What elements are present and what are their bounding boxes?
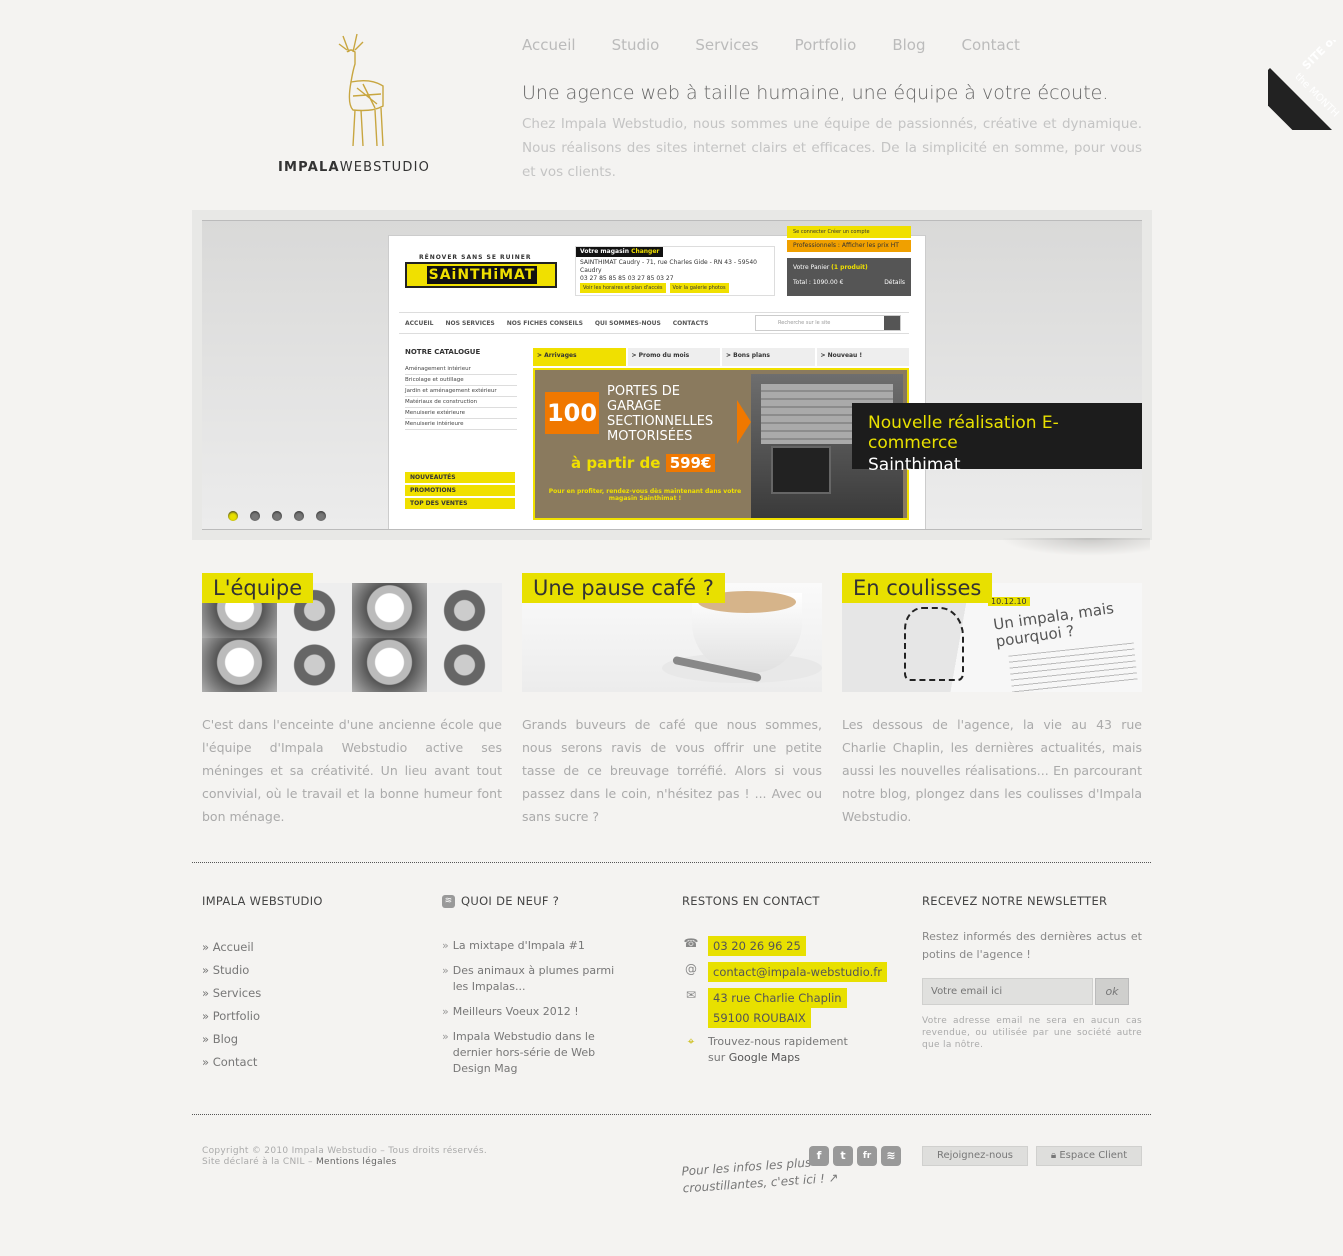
shot-search: Recherche sur le site: [755, 315, 901, 331]
news-item[interactable]: » Meilleurs Voeux 2012 !: [442, 1004, 622, 1020]
site-of-the-month-ribbon[interactable]: SITE of the MONTH: [1268, 40, 1343, 130]
phone-icon: ☎: [683, 936, 699, 950]
logo[interactable]: IMPALAWEBSTUDIO: [268, 30, 438, 180]
intro-text: Chez Impala Webstudio, nous sommes une é…: [522, 116, 1142, 180]
slider-stage: RÉNOVER SANS SE RUINER SAiNTHiMAT Votre …: [202, 220, 1142, 530]
join-us-button[interactable]: Rejoignez-nous: [922, 1146, 1028, 1166]
map-pin-icon: ⌖: [687, 1034, 695, 1048]
shot-catalog-highlights: NOUVEAUTÉS PROMOTIONS TOP DES VENTES: [405, 472, 515, 511]
rss-icon[interactable]: ≋: [881, 1146, 901, 1166]
slider-dot-1[interactable]: [228, 511, 238, 521]
footer-col-contact: RESTONS EN CONTACT ☎ 03 20 26 96 25 @ cont…: [682, 894, 888, 1072]
nav-item-studio[interactable]: Studio: [612, 36, 660, 54]
slider-dot-2[interactable]: [250, 511, 260, 521]
footer-link-blog[interactable]: » Blog: [202, 1028, 323, 1051]
news-item[interactable]: » La mixtape d'Impala #1: [442, 938, 622, 954]
contact-maps[interactable]: ⌖ Trouvez-nous rapidement sur Google Maps: [682, 1034, 887, 1066]
friendfeed-icon[interactable]: fr: [857, 1146, 877, 1166]
slider-dot-3[interactable]: [272, 511, 282, 521]
slide-caption[interactable]: Nouvelle réalisation E-commerce Sainthim…: [852, 403, 1142, 475]
newsletter-note: Votre adresse email ne sera en aucun cas…: [922, 1016, 1142, 1050]
column-team-text: C'est dans l'enceinte d'une ancienne éco…: [202, 717, 502, 824]
facebook-icon[interactable]: f: [809, 1146, 829, 1166]
slider-dot-4[interactable]: [294, 511, 304, 521]
news-item[interactable]: » Impala Webstudio dans le dernier hors-s…: [442, 1029, 622, 1077]
footer-sitemap-title: IMPALA WEBSTUDIO: [202, 894, 323, 908]
nav-item-portfolio[interactable]: Portfolio: [795, 36, 857, 54]
slider: RÉNOVER SANS SE RUINER SAiNTHiMAT Votre …: [192, 210, 1152, 540]
column-backstage-text: Les dessous de l'agence, la vie au 43 ru…: [842, 717, 1142, 824]
slider-pagination: [228, 511, 326, 521]
shot-tagline: RÉNOVER SANS SE RUINER: [419, 254, 532, 261]
google-maps-link[interactable]: Google Maps: [729, 1051, 800, 1064]
column-team-title[interactable]: L'équipe: [202, 573, 314, 603]
nav-item-accueil[interactable]: Accueil: [522, 36, 576, 54]
footer-link-accueil[interactable]: » Accueil: [202, 936, 323, 959]
newsletter-form: ok: [922, 978, 1142, 1005]
footer-link-contact[interactable]: » Contact: [202, 1051, 323, 1074]
impala-sketch-icon: [904, 607, 964, 681]
column-backstage-title[interactable]: En coulisses: [842, 573, 993, 603]
contact-email[interactable]: @ contact@impala-webstudio.fr: [682, 962, 888, 982]
footer-col-newsletter: RECEVEZ NOTRE NEWSLETTER Restez informés…: [922, 894, 1142, 1051]
column-coffee-title[interactable]: Une pause café ?: [522, 573, 725, 603]
newsletter-submit-button[interactable]: ok: [1095, 978, 1129, 1005]
shot-pro-bar: Professionnels : Afficher les prix HT: [787, 240, 911, 252]
nav-item-services[interactable]: Services: [695, 36, 758, 54]
slide-screenshot[interactable]: RÉNOVER SANS SE RUINER SAiNTHiMAT Votre …: [388, 226, 926, 529]
footer-link-services[interactable]: » Services: [202, 982, 323, 1005]
footer-col-news: ≋ QUOI DE NEUF ? » La mixtape d'Impala #1 …: [442, 894, 622, 1086]
footer-link-portfolio[interactable]: » Portfolio: [202, 1005, 323, 1028]
at-icon: @: [685, 962, 697, 976]
lock-icon: 🔒︎: [1050, 1150, 1057, 1161]
main-nav: Accueil Studio Services Portfolio Blog C…: [522, 36, 1020, 54]
shot-store-box: Votre magasin Changer SAINTHIMAT Caudry …: [575, 246, 775, 296]
contact-address: ✉ 43 rue Charlie Chaplin 59100 ROUBAIX: [682, 988, 887, 1028]
footer-news-title: ≋ QUOI DE NEUF ?: [442, 894, 622, 908]
footer-newsletter-title: RECEVEZ NOTRE NEWSLETTER: [922, 894, 1108, 908]
legal-link[interactable]: Mentions légales: [316, 1157, 397, 1167]
client-area-button[interactable]: 🔒︎ Espace Client: [1036, 1146, 1142, 1166]
slider-dot-5[interactable]: [316, 511, 326, 521]
footer-link-studio[interactable]: » Studio: [202, 959, 323, 982]
ribbon-line1: SITE of: [1299, 40, 1340, 73]
footer-divider-top: [192, 862, 1151, 863]
news-item[interactable]: » Des animaux à plumes parmi les Impalas.…: [442, 963, 622, 995]
nav-item-blog[interactable]: Blog: [892, 36, 925, 54]
logo-wordmark: IMPALAWEBSTUDIO: [278, 160, 431, 175]
curved-arrow-icon: ↗: [828, 1170, 840, 1186]
column-coffee-text: Grands buveurs de café que nous sommes, …: [522, 717, 822, 824]
footer-divider-bottom: [192, 1114, 1151, 1115]
rss-icon[interactable]: ≋: [442, 894, 455, 908]
caption-title: Nouvelle réalisation E-commerce: [868, 413, 1059, 453]
newsletter-text: Restez informés des dernières actus et p…: [922, 930, 1142, 961]
footer-contact-title: RESTONS EN CONTACT: [682, 894, 820, 908]
shot-cart: Votre Panier (1 produit) Total : 1090.00…: [787, 258, 911, 296]
impala-logo-icon: [338, 33, 384, 147]
shot-catalog: NOTRE CATALOGUE Aménagement intérieur Br…: [405, 348, 517, 430]
copyright: Copyright © 2010 Impala Webstudio – Tous…: [202, 1146, 487, 1167]
caption-subtitle: Sainthimat: [868, 455, 961, 475]
social-icons: f t fr ≋: [809, 1146, 901, 1166]
envelope-icon: ✉: [685, 988, 697, 1002]
shot-account-bar: Se connecter Créer un compte: [787, 226, 911, 238]
contact-phone[interactable]: ☎ 03 20 26 96 25: [682, 936, 887, 956]
intro-title: Une agence web à taille humaine, une équ…: [522, 82, 1109, 104]
shot-logo: SAiNTHiMAT: [405, 262, 557, 288]
newsletter-email-input[interactable]: [922, 978, 1093, 1005]
slider-shadow: [1000, 538, 1150, 556]
footer-col-sitemap: IMPALA WEBSTUDIO » Accueil » Studio » Se…: [202, 894, 323, 1074]
blog-page-date: 10.12.10: [988, 597, 1030, 606]
shot-tabs: > Arrivages > Promo du mois > Bons plans…: [533, 348, 909, 366]
twitter-icon[interactable]: t: [833, 1146, 853, 1166]
nav-item-contact[interactable]: Contact: [962, 36, 1020, 54]
